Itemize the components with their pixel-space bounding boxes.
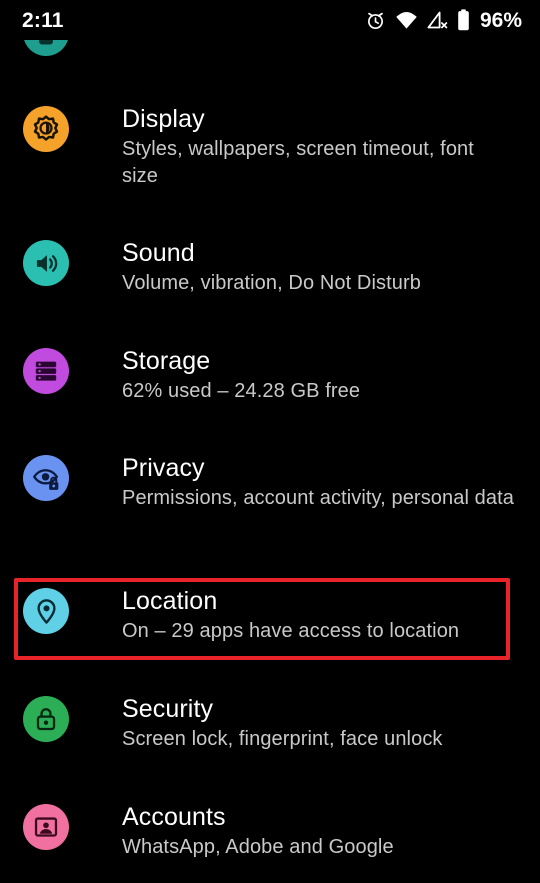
settings-item-privacy-texts: Privacy Permissions, account activity, p… (122, 453, 518, 512)
settings-item-location-texts: Location On – 29 apps have access to loc… (122, 586, 463, 645)
settings-item-sound-texts: Sound Volume, vibration, Do Not Disturb (122, 238, 425, 297)
status-clock: 2:11 (22, 8, 64, 32)
status-icons: 96% (365, 9, 522, 31)
storage-bars-icon (23, 348, 69, 394)
settings-item-accounts-texts: Accounts WhatsApp, Adobe and Google (122, 802, 398, 861)
battery-icon (457, 9, 470, 31)
settings-item-security-title: Security (122, 695, 214, 723)
settings-item-display-title: Display (122, 105, 205, 133)
brightness-icon (23, 106, 69, 152)
settings-item-storage-subtitle: 62% used – 24.28 GB free (122, 380, 361, 402)
settings-item-privacy-subtitle: Permissions, account activity, personal … (122, 487, 514, 509)
speaker-icon (23, 240, 69, 286)
settings-item-display-subtitle: Styles, wallpapers, screen timeout, font… (122, 138, 474, 187)
settings-item-storage-texts: Storage 62% used – 24.28 GB free (122, 346, 364, 405)
eye-lock-icon (23, 455, 69, 501)
settings-item-sound-subtitle: Volume, vibration, Do Not Disturb (122, 272, 421, 294)
settings-item-accounts[interactable]: Accounts WhatsApp, Adobe and Google (0, 802, 540, 861)
settings-item-display-texts: Display Styles, wallpapers, screen timeo… (122, 104, 518, 190)
battery-percent-label: 96% (479, 8, 522, 32)
settings-item-location-subtitle: On – 29 apps have access to location (122, 620, 460, 642)
settings-item-accounts-subtitle: WhatsApp, Adobe and Google (122, 836, 394, 858)
settings-item-display[interactable]: Display Styles, wallpapers, screen timeo… (0, 104, 540, 190)
settings-screen: 2:11 96% Display Styles, wallpapers, scr… (0, 0, 540, 883)
alarm-icon (365, 10, 386, 31)
settings-item-storage-title: Storage (122, 347, 211, 375)
settings-item-privacy-title: Privacy (122, 454, 205, 482)
padlock-icon (23, 696, 69, 742)
settings-item-location-title: Location (122, 587, 218, 615)
location-pin-icon (23, 588, 69, 634)
settings-item-security-subtitle: Screen lock, fingerprint, face unlock (122, 728, 443, 750)
settings-item-accounts-title: Accounts (122, 803, 226, 831)
settings-item-privacy[interactable]: Privacy Permissions, account activity, p… (0, 453, 540, 512)
settings-item-location[interactable]: Location On – 29 apps have access to loc… (0, 586, 540, 645)
settings-item-sound[interactable]: Sound Volume, vibration, Do Not Disturb (0, 238, 540, 297)
settings-item-sound-title: Sound (122, 239, 195, 267)
settings-item-storage[interactable]: Storage 62% used – 24.28 GB free (0, 346, 540, 405)
account-card-icon (23, 804, 69, 850)
status-bar: 2:11 96% (0, 0, 540, 40)
wifi-icon (395, 11, 418, 30)
settings-item-security-texts: Security Screen lock, fingerprint, face … (122, 694, 447, 753)
mobile-signal-off-icon (427, 11, 448, 30)
settings-item-security[interactable]: Security Screen lock, fingerprint, face … (0, 694, 540, 753)
